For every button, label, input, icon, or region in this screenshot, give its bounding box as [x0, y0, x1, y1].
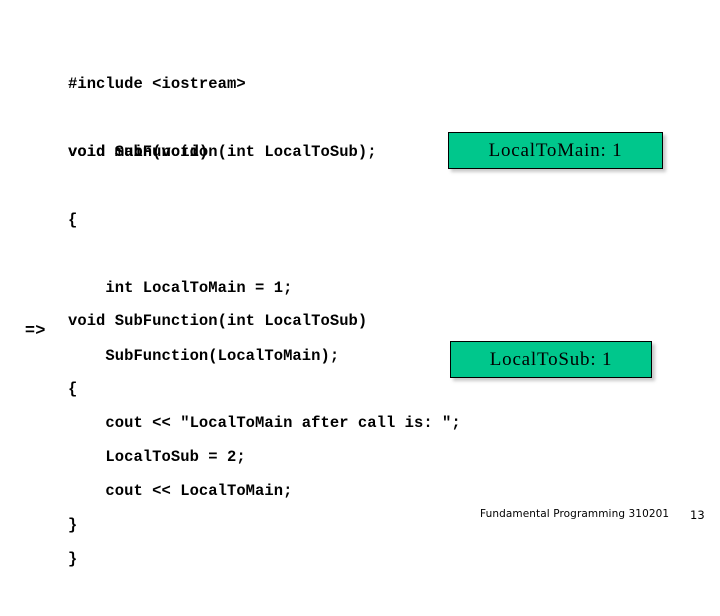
code-block-subfunction: void SubFunction(int LocalToSub) { Local…	[68, 265, 367, 581]
code-line: LocalToSub = 2;	[68, 447, 246, 466]
code-line: }	[68, 515, 78, 534]
code-line: #include <iostream>	[68, 75, 246, 94]
slide-canvas: #include <iostream> void SubFunction(int…	[0, 0, 720, 568]
code-line: void main(void)	[68, 143, 209, 162]
code-line: {	[68, 210, 78, 229]
callout-local-to-sub: LocalToSub: 1	[450, 341, 652, 378]
code-line: void SubFunction(int LocalToSub)	[68, 312, 368, 331]
execution-pointer-arrow: =>	[25, 320, 46, 339]
callout-local-to-main: LocalToMain: 1	[448, 132, 663, 169]
footer-course-label: Fundamental Programming 310201	[480, 508, 670, 520]
footer-page-number: 13	[690, 508, 705, 522]
code-line: {	[68, 379, 78, 398]
callout-label: LocalToMain: 1	[488, 139, 623, 161]
callout-label: LocalToSub: 1	[489, 348, 613, 370]
